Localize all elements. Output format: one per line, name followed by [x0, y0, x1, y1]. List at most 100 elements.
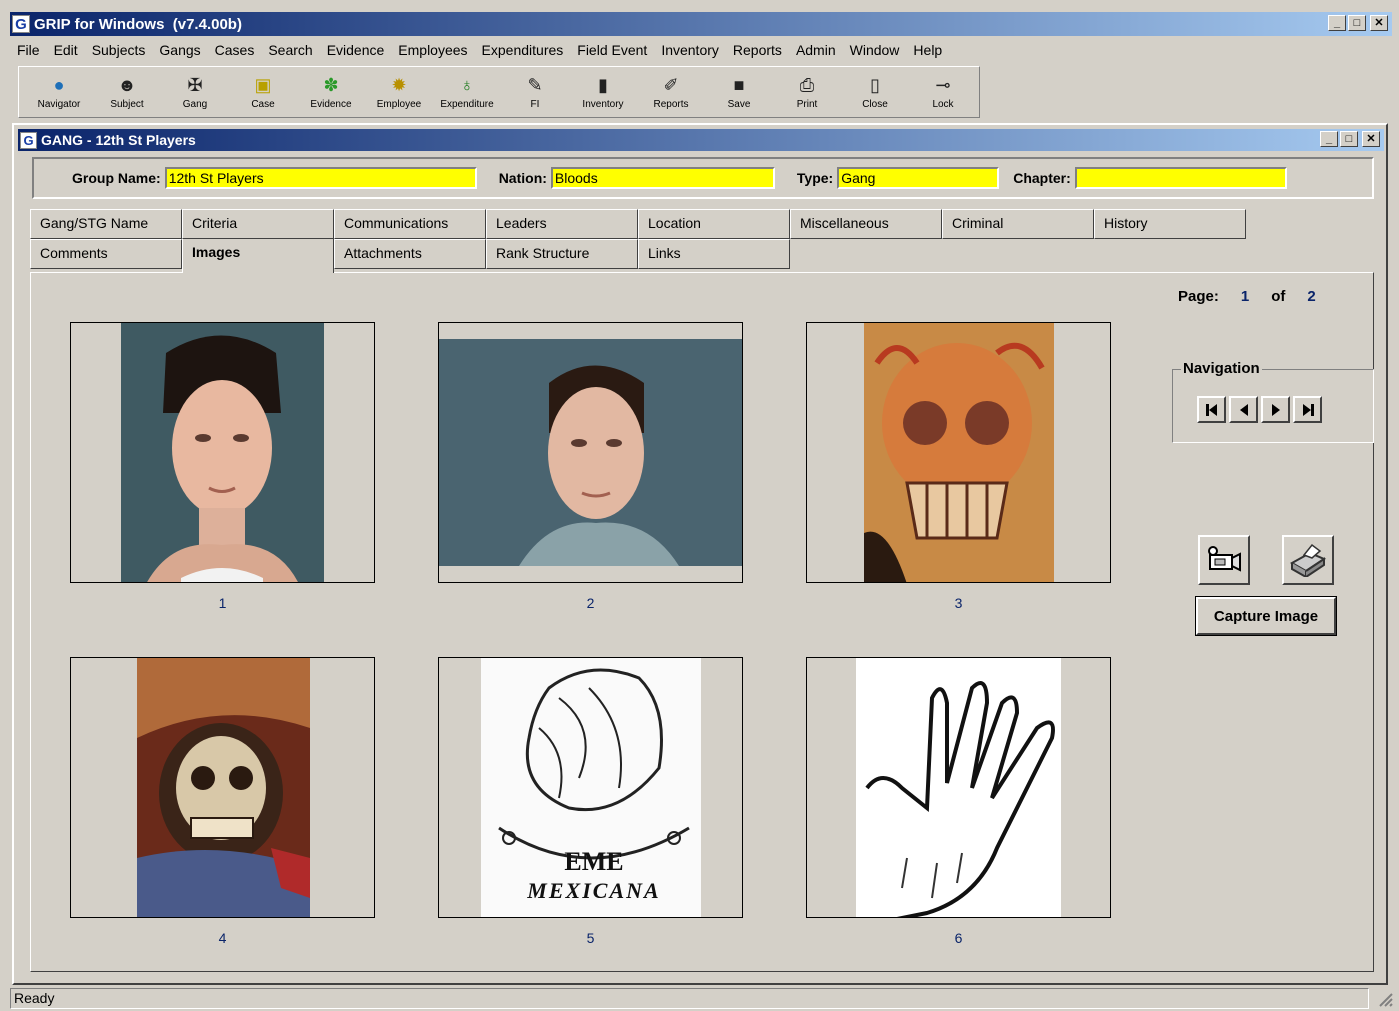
maximize-button[interactable]: □ — [1348, 15, 1366, 31]
toolbar-fi-button[interactable]: ✎ FI — [501, 67, 569, 117]
thumbnail-number-5: 5 — [586, 930, 595, 946]
globe-icon: ● — [53, 75, 65, 95]
child-maximize-button[interactable]: □ — [1340, 131, 1358, 147]
mugshot-photo-1 — [121, 323, 324, 582]
image-thumbnail-6[interactable] — [806, 657, 1111, 918]
minimize-button[interactable]: _ — [1328, 15, 1346, 31]
menu-gangs[interactable]: Gangs — [152, 42, 207, 58]
scanner-icon — [1289, 543, 1327, 577]
gang-icon: ✠ — [187, 75, 203, 95]
tab-criminal[interactable]: Criminal — [942, 209, 1094, 239]
group-name-field[interactable]: 12th St Players — [164, 167, 477, 189]
menu-window[interactable]: Window — [843, 42, 907, 58]
hand-sign-drawing-6 — [856, 658, 1061, 917]
toolbar-print-button[interactable]: ⎙ Print — [773, 67, 841, 117]
tab-leaders[interactable]: Leaders — [486, 209, 638, 239]
capture-image-button[interactable]: Capture Image — [1195, 596, 1337, 636]
menu-employees[interactable]: Employees — [391, 42, 474, 58]
thumbnail-number-1: 1 — [218, 595, 227, 611]
image-thumbnail-1[interactable] — [70, 322, 375, 583]
menu-help[interactable]: Help — [906, 42, 949, 58]
close-button[interactable]: ✕ — [1370, 15, 1388, 31]
scanner-button[interactable] — [1282, 535, 1334, 585]
menu-expenditures[interactable]: Expenditures — [475, 42, 571, 58]
last-page-icon — [1302, 403, 1314, 416]
chapter-field[interactable] — [1074, 167, 1287, 189]
resize-grip-icon[interactable] — [1376, 990, 1394, 1008]
tab-gang-stg-name[interactable]: Gang/STG Name — [30, 209, 182, 239]
tab-criteria[interactable]: Criteria — [182, 209, 334, 239]
page-of-label: of — [1271, 288, 1286, 305]
app-logo-icon: G — [12, 15, 30, 33]
money-bag-icon: ♁ — [460, 75, 474, 95]
toolbar-expenditure-button[interactable]: ♁ Expenditure — [433, 67, 501, 117]
tab-links[interactable]: Links — [638, 239, 790, 269]
type-field[interactable]: Gang — [837, 167, 1000, 189]
tab-miscellaneous[interactable]: Miscellaneous — [790, 209, 942, 239]
gang-window: G GANG - 12th St Players _ □ ✕ Group Nam… — [12, 123, 1388, 985]
first-page-button[interactable] — [1197, 396, 1226, 423]
person-icon: ☻ — [117, 75, 137, 95]
app-title: GRIP for Windows (v7.4.00b) — [34, 15, 242, 33]
toolbar-inventory-button[interactable]: ▮ Inventory — [569, 67, 637, 117]
app-title-bar[interactable]: G GRIP for Windows (v7.4.00b) _ □ ✕ — [10, 12, 1392, 36]
toolbar-gang-button[interactable]: ✠ Gang — [161, 67, 229, 117]
previous-page-icon — [1239, 403, 1248, 416]
menu-reports[interactable]: Reports — [726, 42, 789, 58]
thumbnail-number-6: 6 — [954, 930, 963, 946]
menu-admin[interactable]: Admin — [789, 42, 843, 58]
menu-inventory[interactable]: Inventory — [654, 42, 726, 58]
case-icon: ▣ — [254, 75, 272, 95]
reports-icon: ✐ — [663, 75, 679, 95]
thumbnail-number-3: 3 — [954, 595, 963, 611]
page-total: 2 — [1307, 288, 1316, 305]
next-page-icon — [1271, 403, 1280, 416]
menu-field-event[interactable]: Field Event — [570, 42, 654, 58]
next-page-button[interactable] — [1261, 396, 1290, 423]
previous-page-button[interactable] — [1229, 396, 1258, 423]
toolbar-evidence-button[interactable]: ✽ Evidence — [297, 67, 365, 117]
nation-field[interactable]: Bloods — [550, 167, 775, 189]
mexicana-text: MEXICANA — [526, 878, 660, 903]
toolbar-save-button[interactable]: ■ Save — [705, 67, 773, 117]
menu-cases[interactable]: Cases — [208, 42, 262, 58]
tab-images[interactable]: Images — [182, 239, 334, 273]
menu-file[interactable]: File — [10, 42, 47, 58]
first-page-icon — [1205, 403, 1217, 416]
printer-icon: ⎙ — [799, 75, 815, 95]
type-label: Type: — [796, 170, 834, 186]
page-current: 1 — [1240, 288, 1250, 305]
status-bar: Ready — [10, 988, 1369, 1009]
toolbar-employee-button[interactable]: ✹ Employee — [365, 67, 433, 117]
menu-subjects[interactable]: Subjects — [85, 42, 153, 58]
toolbar-reports-button[interactable]: ✐ Reports — [637, 67, 705, 117]
group-name-label: Group Name: — [72, 170, 161, 186]
tab-comments[interactable]: Comments — [30, 239, 182, 269]
navigation-title: Navigation — [1181, 360, 1262, 377]
fi-icon: ✎ — [527, 75, 543, 95]
toolbar-lock-button[interactable]: ⊸ Lock — [909, 67, 977, 117]
thumbnail-number-4: 4 — [218, 930, 227, 946]
image-thumbnail-5[interactable]: EME MEXICANA — [438, 657, 743, 918]
menu-edit[interactable]: Edit — [47, 42, 85, 58]
toolbar-subject-button[interactable]: ☻ Subject — [93, 67, 161, 117]
tab-location[interactable]: Location — [638, 209, 790, 239]
tab-history[interactable]: History — [1094, 209, 1246, 239]
toolbar-navigator-button[interactable]: ● Navigator — [25, 67, 93, 117]
image-thumbnail-4[interactable] — [70, 657, 375, 918]
tab-attachments[interactable]: Attachments — [334, 239, 486, 269]
gang-window-title-bar[interactable]: G GANG - 12th St Players _ □ ✕ — [18, 129, 1384, 151]
tab-communications[interactable]: Communications — [334, 209, 486, 239]
last-page-button[interactable] — [1293, 396, 1322, 423]
child-close-button[interactable]: ✕ — [1362, 131, 1380, 147]
camera-button[interactable] — [1198, 535, 1250, 585]
image-thumbnail-3[interactable] — [806, 322, 1111, 583]
toolbar-close-button[interactable]: ▯ Close — [841, 67, 909, 117]
menu-search[interactable]: Search — [261, 42, 319, 58]
badge-icon: ✹ — [391, 75, 407, 95]
toolbar-case-button[interactable]: ▣ Case — [229, 67, 297, 117]
child-minimize-button[interactable]: _ — [1320, 131, 1338, 147]
tab-rank-structure[interactable]: Rank Structure — [486, 239, 638, 269]
image-thumbnail-2[interactable] — [438, 322, 743, 583]
menu-evidence[interactable]: Evidence — [320, 42, 392, 58]
